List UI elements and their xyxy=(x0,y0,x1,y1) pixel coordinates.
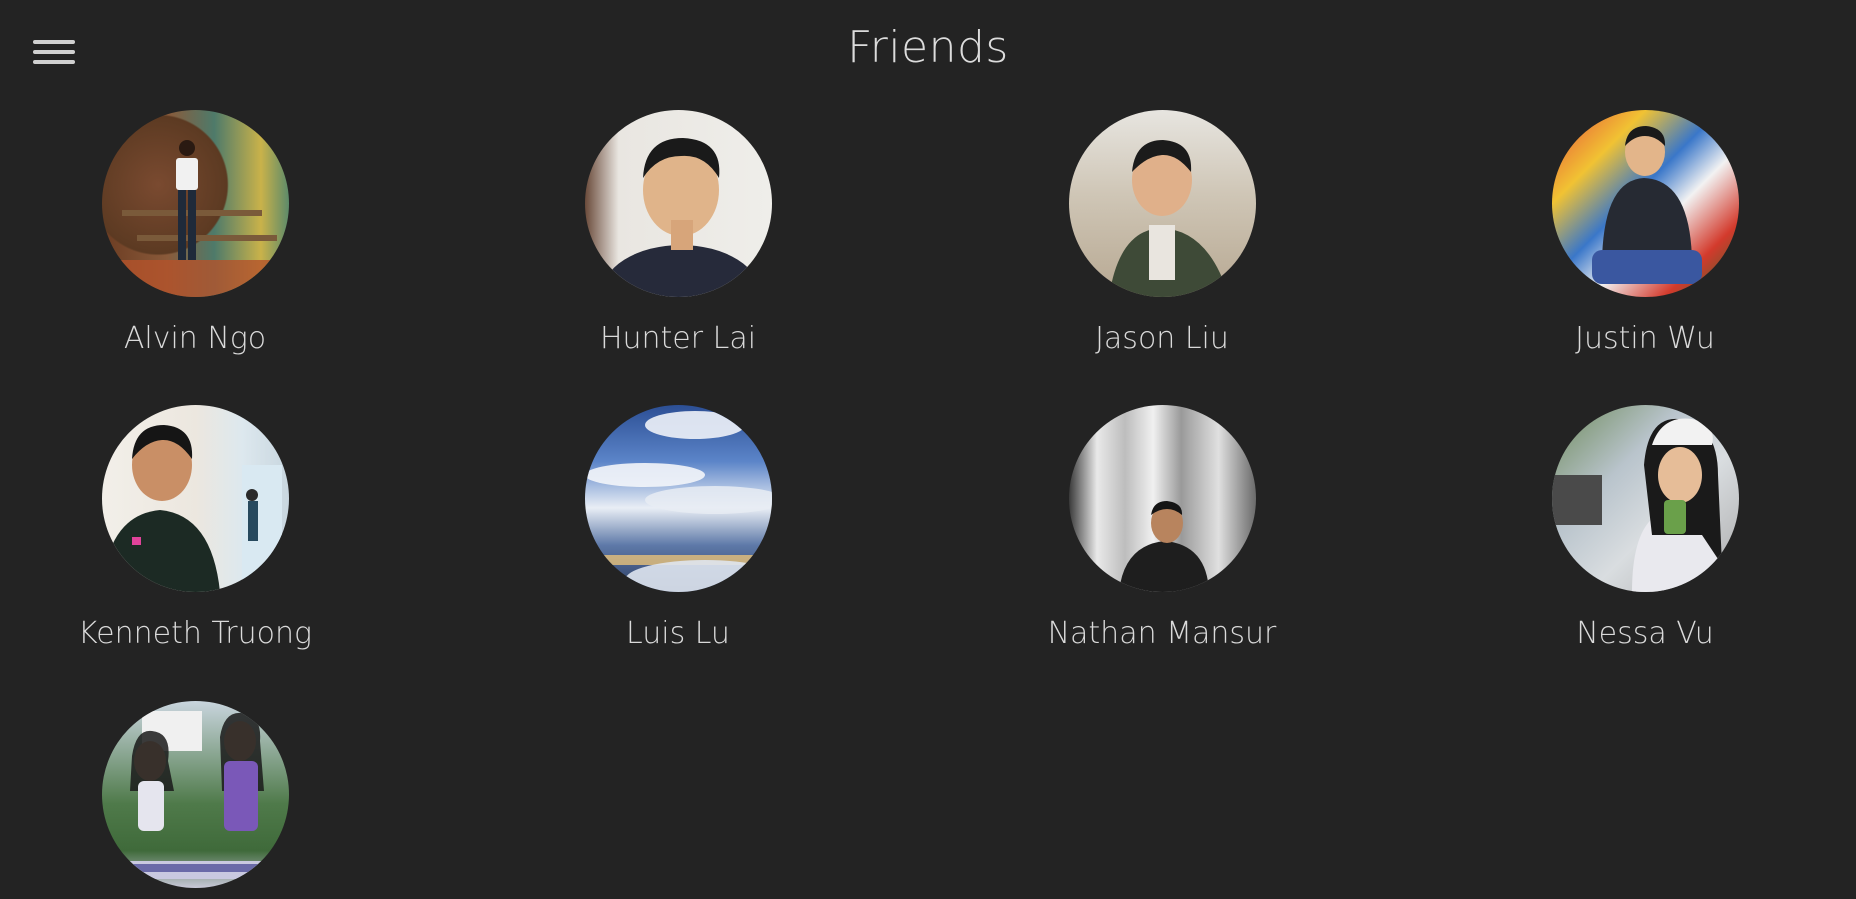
avatar[interactable] xyxy=(1551,405,1739,592)
avatar[interactable] xyxy=(1068,405,1256,592)
friend-name[interactable]: Justin Wu xyxy=(1465,321,1825,356)
avatar[interactable] xyxy=(1551,110,1739,297)
person-figure-icon xyxy=(1591,126,1702,284)
person-face-icon xyxy=(1551,418,1722,592)
friend-name[interactable]: Nessa Vu xyxy=(1465,616,1825,651)
friend-card-justin-wu[interactable]: Justin Wu xyxy=(1465,110,1825,356)
friend-name[interactable]: Alvin Ngo xyxy=(15,321,375,356)
friends-page: Friends Alvin Ngo Hunter Lai Jason Liu J… xyxy=(0,0,1856,899)
friend-card-nessa-vu[interactable]: Nessa Vu xyxy=(1465,405,1825,651)
friend-name[interactable]: Luis Lu xyxy=(498,616,858,651)
friend-name[interactable]: Jason Liu xyxy=(982,321,1342,356)
person-face-icon xyxy=(101,425,282,592)
avatar[interactable] xyxy=(584,405,772,592)
avatar[interactable] xyxy=(101,701,289,888)
avatar[interactable] xyxy=(101,405,289,592)
friend-name[interactable]: Kenneth Truong xyxy=(15,616,375,651)
friend-card-kenneth-truong[interactable]: Kenneth Truong xyxy=(15,405,375,651)
person-face-icon xyxy=(600,138,761,297)
people-jumping-icon xyxy=(101,711,289,879)
friend-card-alvin-ngo[interactable]: Alvin Ngo xyxy=(15,110,375,356)
person-figure-icon xyxy=(101,140,289,297)
friend-card-nathan-mansur[interactable]: Nathan Mansur xyxy=(982,405,1342,651)
person-face-icon xyxy=(1108,140,1229,297)
friend-card-photo[interactable] xyxy=(15,701,375,888)
avatar[interactable] xyxy=(101,110,289,297)
friend-name[interactable]: Nathan Mansur xyxy=(982,616,1342,651)
person-figure-icon xyxy=(1118,501,1209,592)
avatar[interactable] xyxy=(1068,110,1256,297)
friend-card-jason-liu[interactable]: Jason Liu xyxy=(982,110,1342,356)
avatar[interactable] xyxy=(584,110,772,297)
sky-clouds-icon xyxy=(584,411,772,592)
friend-name[interactable]: Hunter Lai xyxy=(498,321,858,356)
friends-grid: Alvin Ngo Hunter Lai Jason Liu Justin Wu… xyxy=(0,0,1856,899)
friend-card-luis-lu[interactable]: Luis Lu xyxy=(498,405,858,651)
friend-card-hunter-lai[interactable]: Hunter Lai xyxy=(498,110,858,356)
